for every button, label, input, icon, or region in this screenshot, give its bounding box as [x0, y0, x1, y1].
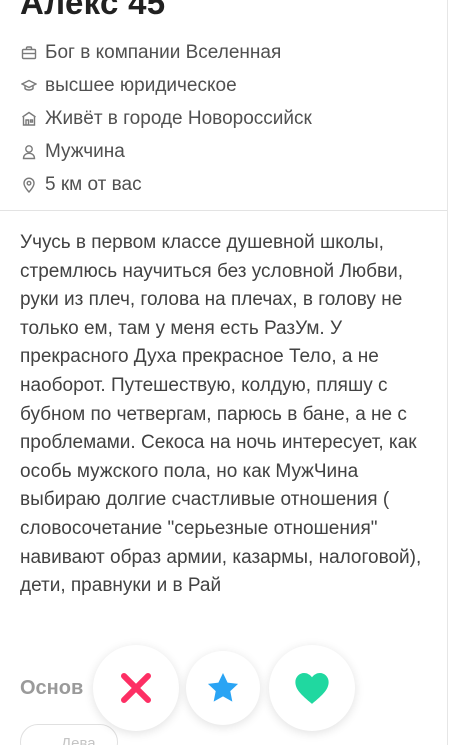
info-city-text: Живёт в городе Новороссийск [45, 107, 312, 129]
profile-bio: Учусь в первом классе душевной школы, ст… [20, 232, 422, 597]
info-row-city: Живёт в городе Новороссийск [20, 102, 312, 135]
nope-button[interactable] [93, 645, 179, 731]
like-button[interactable] [269, 645, 355, 731]
info-row-distance: 5 км от вас [20, 168, 312, 201]
info-job-text: Бог в компании Вселенная [45, 41, 282, 63]
info-gender-text: Мужчина [45, 140, 125, 162]
star-icon [207, 672, 239, 702]
info-row-job: Бог в компании Вселенная [20, 36, 312, 69]
heart-icon [295, 672, 329, 704]
close-icon [121, 673, 151, 703]
location-pin-icon [20, 176, 38, 194]
basics-section-title: Основ [20, 677, 84, 699]
profile-name-age: Алекс 45 [20, 0, 166, 21]
section-divider [0, 210, 447, 211]
info-row-education: высшее юридическое [20, 69, 312, 102]
briefcase-icon [20, 44, 38, 62]
building-icon [20, 110, 38, 128]
info-distance-text: 5 км от вас [45, 173, 142, 195]
action-buttons [93, 643, 357, 733]
super-like-button[interactable] [186, 651, 260, 725]
graduation-cap-icon [20, 77, 38, 95]
info-education-text: высшее юридическое [45, 74, 237, 96]
profile-card: Алекс 45 Бог в компании Вселенная высшее… [0, 0, 448, 745]
person-icon [20, 143, 38, 161]
profile-info-list: Бог в компании Вселенная высшее юридичес… [20, 36, 312, 201]
info-row-gender: Мужчина [20, 135, 312, 168]
